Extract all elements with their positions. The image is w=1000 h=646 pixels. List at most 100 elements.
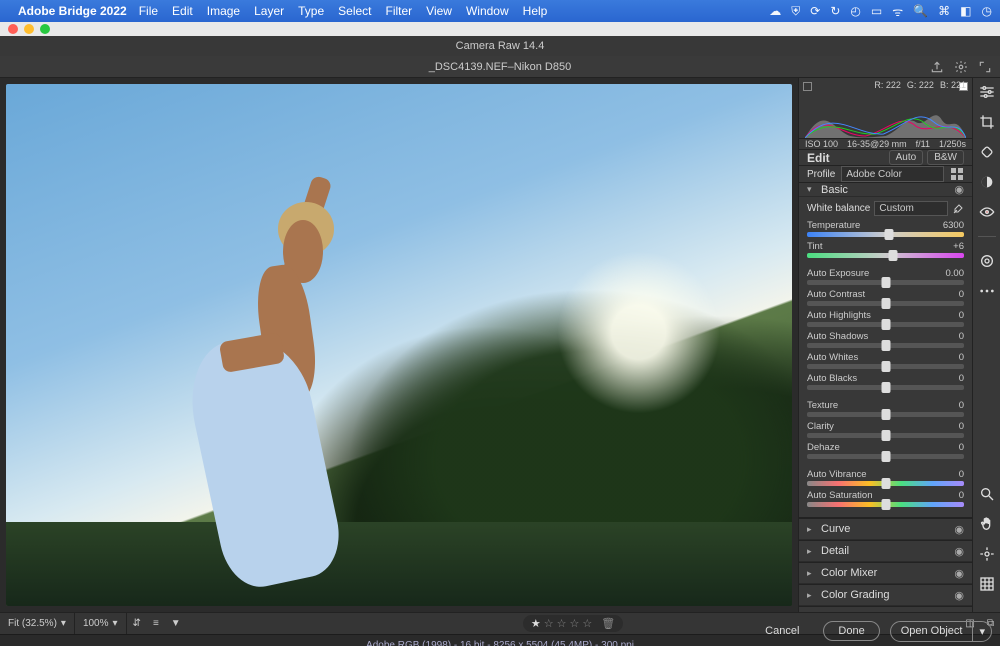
zoom-tool-icon[interactable] [979,486,995,502]
slider-shadows[interactable]: Auto Shadows0 [807,331,964,348]
control-icon[interactable]: ⌘ [938,4,950,18]
menu-layer[interactable]: Layer [254,4,284,18]
rating-bar[interactable]: ★ ☆ ☆ ☆ ☆ 🗑 [523,615,623,632]
edit-tool-icon[interactable] [979,84,995,100]
cc-icon[interactable]: ☁ [769,4,781,18]
acr-titlebar: Camera Raw 14.4 [0,36,1000,56]
chevron-down-icon[interactable]: ▾ [972,622,991,641]
profile-row: Profile Adobe Color [799,166,972,183]
battery-icon[interactable]: ▭ [871,4,882,18]
search-icon[interactable]: 🔍 [913,4,928,18]
export-icon[interactable] [930,60,944,74]
fullscreen-icon[interactable] [978,60,992,74]
auto-button[interactable]: Auto [889,150,924,165]
exif-row: ISO 100 16-35@29 mm f/11 1/250s [799,139,972,150]
menu-image[interactable]: Image [207,4,240,18]
open-object-button[interactable]: Open Object▾ [890,621,992,642]
redeye-tool-icon[interactable] [979,204,995,220]
star-2[interactable]: ☆ [544,617,554,630]
menu-window[interactable]: Window [466,4,509,18]
preset-icon[interactable] [979,253,995,269]
menu-filter[interactable]: Filter [386,4,413,18]
refresh-icon[interactable]: ↻ [830,4,840,18]
color-sampler-icon[interactable] [979,546,995,562]
menu-edit[interactable]: Edit [172,4,193,18]
menu-file[interactable]: File [139,4,158,18]
user-icon[interactable]: ◧ [960,4,971,18]
menu-select[interactable]: Select [338,4,371,18]
slider-clarity[interactable]: Clarity0 [807,421,964,438]
sort-icon[interactable]: ≡ [147,618,165,629]
cancel-button[interactable]: Cancel [751,622,813,640]
wifi-icon[interactable]: ᯤ [892,3,903,20]
done-button[interactable]: Done [823,621,879,641]
eye-icon[interactable]: ◉ [954,523,964,536]
chevron-right-icon: ▸ [807,590,817,601]
profile-browser-icon[interactable] [950,167,964,181]
shield-icon[interactable]: ⛨ [791,4,800,19]
menu-view[interactable]: View [426,4,452,18]
gear-icon[interactable] [954,60,968,74]
bw-button[interactable]: B&W [927,150,964,165]
slider-texture[interactable]: Texture0 [807,400,964,417]
trash-icon[interactable]: 🗑 [601,617,615,630]
menu-help[interactable]: Help [523,4,548,18]
section-curve[interactable]: ▸ Curve ◉ [799,518,972,540]
clock-icon[interactable]: ◴ [850,4,860,18]
star-1[interactable]: ★ [531,617,541,630]
star-3[interactable]: ☆ [557,617,567,630]
toggle-grid-icon[interactable] [979,576,995,592]
photo-canvas [6,84,792,606]
slider-blacks[interactable]: Auto Blacks0 [807,373,964,390]
zoom-100-button[interactable]: 100%▾ [75,613,127,634]
eye-icon[interactable]: ◉ [954,183,964,196]
minimize-window-button[interactable] [24,24,34,34]
section-color-grading[interactable]: ▸ Color Grading ◉ [799,584,972,606]
eye-icon[interactable]: ◉ [954,589,964,602]
histogram[interactable]: R: 222 G: 222 B: 221 [799,78,972,139]
menu-type[interactable]: Type [298,4,324,18]
fit-zoom-button[interactable]: Fit (32.5%)▾ [0,613,75,634]
more-icon[interactable] [979,283,995,299]
shadow-clip-indicator[interactable] [803,82,812,91]
section-basic[interactable]: ▾ Basic ◉ [799,183,972,197]
star-4[interactable]: ☆ [570,617,580,630]
footer-buttons: Cancel Done Open Object▾ [751,618,992,644]
close-window-button[interactable] [8,24,18,34]
slider-saturation[interactable]: Auto Saturation0 [807,490,964,507]
chevron-down-icon: ▾ [61,618,66,629]
image-preview[interactable] [0,78,798,612]
shutter-value: 1/250s [939,139,966,149]
slider-whites[interactable]: Auto Whites0 [807,352,964,369]
zoom-window-button[interactable] [40,24,50,34]
slider-vibrance[interactable]: Auto Vibrance0 [807,469,964,486]
sync-icon[interactable]: ⟳ [810,4,820,18]
eyedropper-icon[interactable] [952,203,964,215]
slider-dehaze[interactable]: Dehaze0 [807,442,964,459]
lens-value: 16-35@29 mm [847,139,907,149]
mask-tool-icon[interactable] [979,174,995,190]
slider-contrast[interactable]: Auto Contrast0 [807,289,964,306]
filter-icon[interactable]: ▼ [165,618,187,629]
slider-highlights[interactable]: Auto Highlights0 [807,310,964,327]
section-detail[interactable]: ▸ Detail ◉ [799,540,972,562]
edit-label: Edit [807,151,885,165]
eye-icon[interactable]: ◉ [954,545,964,558]
section-color-mixer[interactable]: ▸ Color Mixer ◉ [799,562,972,584]
camera-model: Nikon D850 [514,61,571,73]
slider-tint[interactable]: Tint+6 [807,241,964,258]
crop-tool-icon[interactable] [979,114,995,130]
eye-icon[interactable]: ◉ [954,567,964,580]
filmstrip-orientation-icon[interactable]: ⇵ [127,618,147,629]
slider-exposure[interactable]: Auto Exposure0.00 [807,268,964,285]
section-optics[interactable]: ▸ Optics [799,606,972,612]
clock2-icon[interactable]: ◷ [982,4,992,18]
star-5[interactable]: ☆ [582,617,592,630]
white-balance-select[interactable]: Custom [874,201,948,216]
hand-tool-icon[interactable] [979,516,995,532]
slider-temperature[interactable]: Temperature6300 [807,220,964,237]
tool-strip [972,78,1000,612]
heal-tool-icon[interactable] [979,144,995,160]
edit-header: Edit Auto B&W [799,150,972,166]
profile-select[interactable]: Adobe Color [841,166,944,182]
